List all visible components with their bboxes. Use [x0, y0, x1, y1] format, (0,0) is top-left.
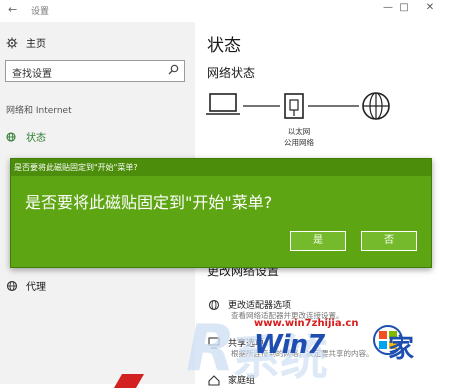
search-placeholder: 查找设置	[12, 69, 52, 80]
section-label: 网络和 Internet	[6, 106, 72, 116]
watermark-logo-suffix: 家	[388, 334, 415, 364]
watermark-url: www.win7zhijia.cn	[254, 318, 359, 329]
svg-text:R: R	[186, 312, 235, 384]
sidebar-item-proxy[interactable]: 代理	[6, 278, 46, 293]
internet-globe-icon	[362, 92, 390, 120]
sidebar-item-status[interactable]: 状态	[6, 129, 46, 144]
no-button[interactable]: 否	[361, 231, 417, 251]
ethernet-icon	[284, 93, 304, 119]
sidebar-item-proxy-label: 代理	[26, 282, 46, 293]
network-status-title: 网络状态	[207, 66, 256, 80]
back-arrow-icon[interactable]: ←	[8, 3, 17, 16]
page-title: 状态	[207, 36, 241, 56]
gear-icon	[6, 37, 18, 48]
network-label: 以太网 公用网络	[277, 126, 321, 148]
sidebar-item-home[interactable]: 主页	[6, 35, 46, 50]
network-profile-label: 公用网络	[284, 138, 314, 147]
pin-to-start-dialog: 是否要将此磁贴固定到"开始"菜单? 是否要将此磁贴固定到"开始"菜单? 是 否	[10, 158, 432, 268]
app-title: 设置	[31, 7, 50, 17]
dialog-header: 是否要将此磁贴固定到"开始"菜单?	[11, 159, 431, 176]
search-input[interactable]: 查找设置	[5, 60, 185, 82]
sidebar-item-home-label: 主页	[26, 39, 46, 50]
network-type-label: 以太网	[287, 127, 311, 136]
dialog-caption: 是否要将此磁贴固定到"开始"菜单?	[14, 163, 138, 172]
sidebar-item-status-label: 状态	[26, 133, 46, 144]
globe-ethernet-icon	[6, 131, 16, 142]
yes-button[interactable]: 是	[290, 231, 346, 251]
computer-icon	[206, 93, 240, 115]
close-button[interactable]: ✕	[420, 2, 440, 13]
maximize-button[interactable]: □	[394, 2, 414, 13]
globe-icon	[6, 280, 18, 291]
search-icon[interactable]	[168, 64, 179, 75]
watermark-logo: Win7	[254, 330, 325, 360]
title-bar: ← 设置 — □ ✕	[0, 0, 450, 22]
dialog-question: 是否要将此磁贴固定到"开始"菜单?	[25, 193, 273, 212]
